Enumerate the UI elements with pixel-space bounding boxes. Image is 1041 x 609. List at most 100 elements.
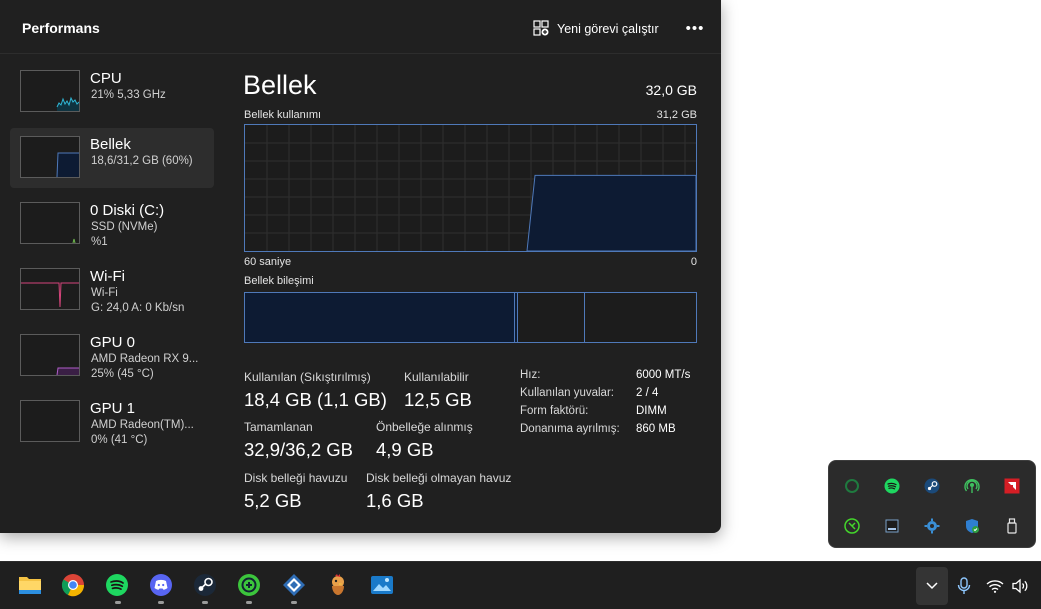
razer-cortex-icon[interactable] <box>842 476 862 496</box>
in-use-value: 18,4 GB (1,1 GB) <box>244 389 387 410</box>
vpn-app-icon[interactable] <box>236 572 262 598</box>
sidebar-item-name: 0 Diski (C:) <box>90 202 165 219</box>
cached-value: 4,9 GB <box>376 439 434 460</box>
more-options-label: ••• <box>685 19 705 37</box>
spotify-icon[interactable] <box>104 572 130 598</box>
photos-app-icon[interactable] <box>369 572 395 598</box>
steam-icon[interactable] <box>192 572 218 598</box>
sidebar-item-detail: 18,6/31,2 GB (60%) <box>91 155 193 167</box>
spec-value: DIMM <box>636 405 667 417</box>
memory-mini-graph <box>20 136 80 178</box>
sidebar-item-wifi[interactable]: Wi-Fi Wi-Fi G: 24,0 A: 0 Kb/sn <box>10 260 214 320</box>
steam-icon[interactable] <box>922 476 942 496</box>
sidebar-item-detail: SSD (NVMe) <box>91 221 158 233</box>
composition-free[interactable] <box>585 293 696 342</box>
cpu-mini-graph <box>20 70 80 112</box>
gpu0-mini-graph <box>20 334 80 376</box>
sync-running-indicator <box>291 601 297 604</box>
composition-in-use[interactable] <box>245 293 515 342</box>
sidebar-item-name: Wi-Fi <box>90 268 125 285</box>
game-app-icon[interactable] <box>325 572 351 598</box>
sidebar-item-name: Bellek <box>90 136 131 153</box>
chrome-icon[interactable] <box>60 572 86 598</box>
nonpaged-pool-value: 1,6 GB <box>366 490 424 511</box>
sidebar-item-detail: AMD Radeon(TM)... <box>91 419 194 431</box>
sidebar-item-gpu0[interactable]: GPU 0 AMD Radeon RX 9... 25% (45 °C) <box>10 326 214 386</box>
hotspot-icon[interactable] <box>962 476 982 496</box>
usage-graph-max: 31,2 GB <box>656 109 697 121</box>
spec-label: Donanıma ayrılmış: <box>520 423 620 435</box>
composition-label: Bellek bileşimi <box>244 275 314 287</box>
spec-value: 860 MB <box>636 423 676 435</box>
page-title: Performans <box>22 20 100 36</box>
sidebar-item-detail-2: 25% (45 °C) <box>91 368 154 380</box>
usage-graph-label: Bellek kullanımı <box>244 109 322 121</box>
microphone-icon[interactable] <box>954 576 974 596</box>
performance-sidebar: CPU 21% 5,33 GHz Bellek 18,6/31,2 GB (60… <box>10 62 214 458</box>
tray-overflow-popup <box>828 460 1036 548</box>
sidebar-item-cpu[interactable]: CPU 21% 5,33 GHz <box>10 62 214 122</box>
steam-running-indicator <box>202 601 208 604</box>
in-use-label: Kullanılan (Sıkıştırılmış) <box>244 370 371 384</box>
sidebar-item-detail: Wi-Fi <box>91 287 118 299</box>
sidebar-item-name: GPU 0 <box>90 334 136 351</box>
run-task-icon <box>533 19 549 39</box>
composition-standby[interactable] <box>518 293 585 342</box>
usb-drive-icon[interactable] <box>1002 516 1022 536</box>
more-options-button[interactable]: ••• <box>683 16 707 40</box>
spec-label: Kullanılan yuvalar: <box>520 387 614 399</box>
task-manager-window: Performans Yeni görevi çalıştır ••• CPU … <box>0 0 721 533</box>
cached-label: Önbelleğe alınmış <box>376 420 473 434</box>
volume-icon[interactable] <box>1010 576 1030 596</box>
committed-label: Tamamlanan <box>244 420 313 434</box>
chevron-down-icon <box>926 582 938 590</box>
spotify-running-indicator <box>115 601 121 604</box>
show-hidden-icons-button[interactable] <box>916 567 948 605</box>
sidebar-item-detail-2: %1 <box>91 236 108 248</box>
defender-icon[interactable] <box>962 516 982 536</box>
file-explorer-icon[interactable] <box>17 572 43 598</box>
gpu1-mini-graph <box>20 400 80 442</box>
paged-pool-value: 5,2 GB <box>244 490 302 511</box>
memory-title: Bellek <box>243 70 317 100</box>
usage-area <box>526 174 697 252</box>
display-icon[interactable] <box>882 516 902 536</box>
memory-total: 32,0 GB <box>645 82 697 98</box>
run-new-task-button[interactable]: Yeni görevi çalıştır <box>533 18 659 40</box>
committed-value: 32,9/36,2 GB <box>244 439 354 460</box>
vpn-running-indicator <box>246 601 252 604</box>
wifi-mini-graph <box>20 268 80 310</box>
sidebar-item-name: CPU <box>90 70 122 87</box>
sidebar-item-detail-2: 0% (41 °C) <box>91 434 148 446</box>
spotify-icon[interactable] <box>882 476 902 496</box>
sidebar-item-gpu1[interactable]: GPU 1 AMD Radeon(TM)... 0% (41 °C) <box>10 392 214 452</box>
usage-graph-svg <box>245 125 697 252</box>
sidebar-item-disk[interactable]: 0 Diski (C:) SSD (NVMe) %1 <box>10 194 214 254</box>
paged-pool-label: Disk belleği havuzu <box>244 471 348 485</box>
available-value: 12,5 GB <box>404 389 472 410</box>
run-task-label: Yeni görevi çalıştır <box>557 22 659 36</box>
spec-label: Hız: <box>520 369 541 381</box>
sidebar-item-detail: 21% 5,33 GHz <box>91 89 166 101</box>
amd-icon[interactable] <box>1002 476 1022 496</box>
time-axis-label: 60 saniye <box>244 256 292 268</box>
sidebar-item-memory[interactable]: Bellek 18,6/31,2 GB (60%) <box>10 128 214 188</box>
discord-running-indicator <box>158 601 164 604</box>
sidebar-item-detail: AMD Radeon RX 9... <box>91 353 199 365</box>
memory-usage-graph <box>244 124 697 252</box>
window-header: Performans Yeni görevi çalıştır ••• <box>0 0 721 54</box>
sync-app-icon[interactable] <box>281 572 307 598</box>
time-axis-end: 0 <box>690 256 697 268</box>
available-label: Kullanılabilir <box>404 370 469 384</box>
settings-gear-icon[interactable] <box>922 516 942 536</box>
memory-composition-bar <box>244 292 697 343</box>
discord-icon[interactable] <box>148 572 174 598</box>
sidebar-item-name: GPU 1 <box>90 400 136 417</box>
wifi-icon[interactable] <box>985 576 1005 596</box>
disk-mini-graph <box>20 202 80 244</box>
taskbar <box>0 561 1041 609</box>
spec-value: 6000 MT/s <box>636 369 691 381</box>
sidebar-item-detail-2: G: 24,0 A: 0 Kb/sn <box>91 302 185 314</box>
spec-value: 2 / 4 <box>636 387 659 399</box>
razer-synapse-icon[interactable] <box>842 516 862 536</box>
